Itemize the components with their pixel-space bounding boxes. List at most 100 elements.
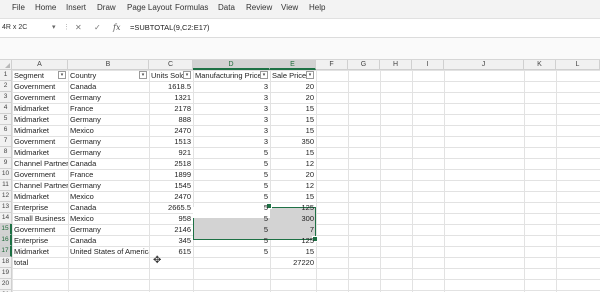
table-cell[interactable]: 15 (270, 191, 316, 202)
row-header-7[interactable]: 7 (0, 136, 12, 147)
table-cell[interactable]: 5 (193, 246, 270, 257)
table-cell[interactable]: 12 (270, 180, 316, 191)
row-header-12[interactable]: 12 (0, 191, 12, 202)
table-cell[interactable]: 15 (270, 103, 316, 114)
table-cell[interactable]: Germany (68, 92, 149, 103)
table-cell[interactable]: 5 (193, 213, 270, 224)
row-header-1[interactable]: 1 (0, 70, 12, 81)
total-label-cell[interactable]: total (12, 257, 68, 268)
table-cell[interactable]: Enterprise (12, 202, 68, 213)
row-header-8[interactable]: 8 (0, 147, 12, 158)
row-header-16[interactable]: 16 (0, 235, 12, 246)
table-cell[interactable]: 3 (193, 136, 270, 147)
table-cell[interactable]: Enterprise (12, 235, 68, 246)
tab-data[interactable]: Data (218, 3, 235, 12)
tab-review[interactable]: Review (246, 3, 272, 12)
row-header-15[interactable]: 15 (0, 224, 12, 235)
table-cell[interactable]: 1545 (149, 180, 193, 191)
row-header-13[interactable]: 13 (0, 202, 12, 213)
row-header-9[interactable]: 9 (0, 158, 12, 169)
table-cell[interactable]: 300 (270, 213, 316, 224)
table-cell[interactable]: Mexico (68, 191, 149, 202)
column-header-h[interactable]: H (380, 60, 412, 70)
table-cell[interactable]: 2518 (149, 158, 193, 169)
filter-dropdown-icon[interactable]: ▾ (260, 71, 268, 79)
tab-home[interactable]: Home (35, 3, 56, 12)
table-cell[interactable]: 5 (193, 180, 270, 191)
column-header-l[interactable]: L (556, 60, 600, 70)
cancel-icon[interactable]: ✕ (75, 22, 82, 34)
table-cell[interactable]: 125 (270, 235, 316, 246)
table-cell[interactable]: 345 (149, 235, 193, 246)
table-cell[interactable]: 2470 (149, 125, 193, 136)
table-cell[interactable]: Government (12, 81, 68, 92)
column-header-k[interactable]: K (524, 60, 556, 70)
tab-view[interactable]: View (281, 3, 298, 12)
filter-dropdown-icon[interactable]: ▾ (306, 71, 314, 79)
row-header-14[interactable]: 14 (0, 213, 12, 224)
insert-function-button[interactable]: fx (113, 22, 120, 34)
row-header-11[interactable]: 11 (0, 180, 12, 191)
column-header-d[interactable]: D (193, 60, 270, 70)
table-cell[interactable]: Government (12, 92, 68, 103)
row-header-2[interactable]: 2 (0, 81, 12, 92)
filter-dropdown-icon[interactable]: ▾ (183, 71, 191, 79)
row-header-19[interactable]: 19 (0, 268, 12, 279)
table-cell[interactable]: France (68, 103, 149, 114)
table-cell[interactable]: 15 (270, 114, 316, 125)
table-cell[interactable]: 5 (193, 169, 270, 180)
column-header-e[interactable]: E (270, 60, 316, 70)
table-cell[interactable]: 12 (270, 158, 316, 169)
table-cell[interactable]: Canada (68, 81, 149, 92)
table-cell[interactable]: 7 (270, 224, 316, 235)
table-cell[interactable]: 1899 (149, 169, 193, 180)
table-cell[interactable]: Mexico (68, 213, 149, 224)
table-cell[interactable]: Mexico (68, 125, 149, 136)
name-box[interactable]: 4R x 2C (2, 22, 48, 34)
table-cell[interactable]: Germany (68, 224, 149, 235)
tab-file[interactable]: File (12, 3, 25, 12)
table-cell[interactable]: Germany (68, 180, 149, 191)
table-cell[interactable]: 20 (270, 169, 316, 180)
table-cell[interactable]: 350 (270, 136, 316, 147)
total-value[interactable]: 27220 (270, 257, 316, 268)
table-cell[interactable]: Midmarket (12, 125, 68, 136)
row-header-20[interactable]: 20 (0, 279, 12, 290)
row-header-4[interactable]: 4 (0, 103, 12, 114)
table-cell[interactable]: 15 (270, 147, 316, 158)
table-cell[interactable]: 3 (193, 103, 270, 114)
table-cell[interactable]: 20 (270, 81, 316, 92)
table-cell[interactable]: 20 (270, 92, 316, 103)
table-cell[interactable]: 3 (193, 114, 270, 125)
table-cell[interactable]: 3 (193, 81, 270, 92)
table-cell[interactable]: Midmarket (12, 103, 68, 114)
column-header-g[interactable]: G (348, 60, 380, 70)
table-cell[interactable]: France (68, 169, 149, 180)
header-cell[interactable]: Country (68, 70, 149, 81)
row-header-18[interactable]: 18 (0, 257, 12, 268)
column-header-j[interactable]: J (444, 60, 524, 70)
tab-help[interactable]: Help (309, 3, 325, 12)
filter-dropdown-icon[interactable]: ▾ (58, 71, 66, 79)
table-cell[interactable]: 5 (193, 202, 270, 213)
table-cell[interactable]: 3 (193, 125, 270, 136)
enter-icon[interactable]: ✓ (94, 22, 101, 34)
table-cell[interactable]: 5 (193, 158, 270, 169)
row-header-6[interactable]: 6 (0, 125, 12, 136)
table-cell[interactable]: 15 (270, 246, 316, 257)
row-header-17[interactable]: 17 (0, 246, 12, 257)
table-cell[interactable]: 5 (193, 191, 270, 202)
table-cell[interactable]: 1618.5 (149, 81, 193, 92)
table-cell[interactable]: 1513 (149, 136, 193, 147)
table-cell[interactable]: Channel Partners (12, 180, 68, 191)
table-cell[interactable]: Canada (68, 235, 149, 246)
table-cell[interactable]: 888 (149, 114, 193, 125)
table-cell[interactable]: Canada (68, 202, 149, 213)
table-cell[interactable]: 2470 (149, 191, 193, 202)
table-cell[interactable]: 2146 (149, 224, 193, 235)
header-cell[interactable]: Manufacturing Price (193, 70, 270, 81)
table-cell[interactable]: Canada (68, 158, 149, 169)
table-cell[interactable]: Midmarket (12, 114, 68, 125)
table-cell[interactable]: 15 (270, 125, 316, 136)
table-cell[interactable]: United States of America (68, 246, 149, 257)
